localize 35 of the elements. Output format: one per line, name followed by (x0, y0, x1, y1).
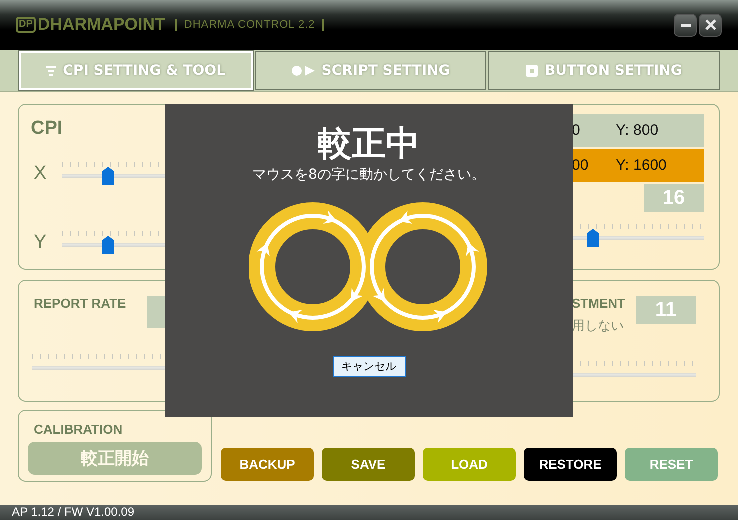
action-button[interactable]: LOAD (423, 448, 516, 481)
value-box: 11 (636, 296, 696, 324)
axis-label: X (33, 163, 48, 185)
cancel-button[interactable]: キャンセル (332, 356, 406, 377)
window-title: DHARMA CONTROL 2.2 (175, 19, 324, 31)
value-box: 16 (644, 184, 704, 212)
lines-icon (46, 64, 56, 76)
setting-note: 用しない (572, 317, 625, 335)
action-button[interactable]: RESTORE (524, 448, 617, 481)
dialog-message: マウスを8の字に動かしてください。 (252, 166, 486, 184)
panel-title: CALIBRATION (33, 422, 124, 437)
action-button[interactable]: RESET (625, 448, 718, 481)
slider-thumb[interactable] (587, 229, 600, 247)
logo-mark: DP (16, 17, 36, 33)
close-icon (704, 19, 716, 31)
slider-thumb[interactable] (102, 236, 114, 254)
panel-title: REPORT RATE (34, 296, 126, 313)
preset-y-value: Y: 800 (616, 122, 659, 139)
preset-row[interactable]: 00 Y: 1600 (572, 149, 704, 182)
minimize-button[interactable] (674, 14, 697, 36)
circle-play-icon (290, 64, 315, 76)
status-bar: AP 1.12 / FW V1.00.09 (0, 505, 738, 520)
preset-y-value: Y: 1600 (616, 157, 667, 174)
panel-title: STMENT (572, 296, 626, 311)
preset-x-value: 00 (572, 157, 590, 174)
panel-title: CPI (30, 117, 64, 140)
close-button[interactable] (699, 14, 722, 36)
action-button[interactable]: SAVE (322, 448, 415, 481)
slider-thumb[interactable] (102, 167, 114, 185)
brand-name: DHARMAPOINT (38, 15, 166, 35)
axis-label: Y (33, 232, 48, 254)
value-box (147, 296, 166, 328)
dialog-title: 較正中 (318, 124, 420, 164)
square-icon (526, 64, 538, 76)
action-button[interactable]: BACKUP (221, 448, 314, 481)
